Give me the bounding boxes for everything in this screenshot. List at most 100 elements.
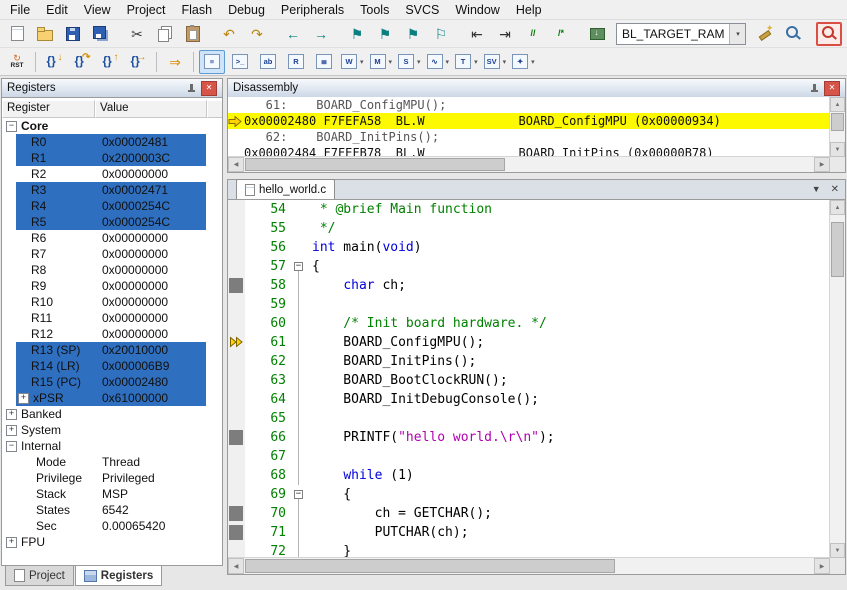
fold-margin[interactable] xyxy=(292,542,306,558)
menu-flash[interactable]: Flash xyxy=(173,1,220,19)
fold-collapse-icon[interactable]: − xyxy=(294,262,303,271)
fold-margin[interactable] xyxy=(292,314,306,333)
clear-bookmarks-icon[interactable]: ⚐ xyxy=(428,22,454,46)
breakpoint-margin[interactable] xyxy=(228,333,245,352)
disassembly-lines[interactable]: 61: BOARD_ConfigMPU();0x00002480 F7FEFA5… xyxy=(228,97,830,157)
code-line[interactable]: 71 PUTCHAR(ch); xyxy=(228,523,830,542)
chevron-down-icon[interactable]: ▾ xyxy=(446,58,450,66)
run-to-cursor-icon[interactable]: {}→ xyxy=(125,50,151,74)
breakpoint-margin[interactable] xyxy=(228,257,245,276)
memory-window-icon[interactable]: M▾ xyxy=(368,50,395,74)
code-line[interactable]: 55 */ xyxy=(228,219,830,238)
scrollbar-thumb[interactable] xyxy=(831,222,844,277)
undo-icon[interactable]: ↶ xyxy=(216,22,242,46)
close-icon[interactable]: ✕ xyxy=(824,81,840,96)
code-line[interactable]: 65 xyxy=(228,409,830,428)
breakpoint-margin[interactable] xyxy=(228,485,245,504)
collapse-icon[interactable]: − xyxy=(6,441,17,452)
indent-icon[interactable]: ⇥ xyxy=(492,22,518,46)
fold-margin[interactable] xyxy=(292,295,306,314)
debug-session-icon[interactable] xyxy=(816,22,842,46)
step-over-icon[interactable]: {}↷ xyxy=(69,50,95,74)
expand-icon[interactable]: + xyxy=(6,537,17,548)
register-row[interactable]: StackMSP xyxy=(2,486,222,502)
code-line[interactable]: 70 ch = GETCHAR(); xyxy=(228,504,830,523)
pin-icon[interactable] xyxy=(184,82,198,95)
editor-hscrollbar[interactable]: ◀ ▶ xyxy=(228,557,830,574)
register-row[interactable]: R15 (PC)0x00002480 xyxy=(2,374,222,390)
code-line[interactable]: 57−{ xyxy=(228,257,830,276)
fold-margin[interactable] xyxy=(292,466,306,485)
menu-file[interactable]: File xyxy=(2,1,38,19)
step-out-icon[interactable]: {}↑ xyxy=(97,50,123,74)
copy-icon[interactable] xyxy=(152,22,178,46)
chevron-down-icon[interactable]: ▾ xyxy=(503,58,507,66)
register-row[interactable]: ModeThread xyxy=(2,454,222,470)
fold-margin[interactable] xyxy=(292,523,306,542)
disassembly-hscrollbar[interactable]: ◀ ▶ xyxy=(228,156,830,172)
register-row[interactable]: R00x00002481 xyxy=(2,134,222,150)
fold-margin[interactable]: − xyxy=(292,257,306,276)
trace-window-icon[interactable]: T▾ xyxy=(453,50,480,74)
disassembly-vscrollbar[interactable]: ▲ ▼ xyxy=(829,97,845,157)
expand-icon[interactable]: + xyxy=(6,425,17,436)
register-row[interactable]: +xPSR0x61000000 xyxy=(2,390,222,406)
register-row[interactable]: R120x00000000 xyxy=(2,326,222,342)
fold-margin[interactable] xyxy=(292,333,306,352)
editor-vscrollbar[interactable]: ▲ ▼ xyxy=(829,200,845,558)
menu-help[interactable]: Help xyxy=(508,1,550,19)
navigate-back-icon[interactable]: ← xyxy=(280,22,306,46)
scroll-right-icon[interactable]: ▶ xyxy=(814,558,830,574)
breakpoint-margin[interactable] xyxy=(228,447,245,466)
breakpoint-margin[interactable] xyxy=(228,276,245,295)
close-icon[interactable]: ✕ xyxy=(201,81,217,96)
fold-margin[interactable] xyxy=(292,200,306,219)
disassembly-line[interactable]: 0x00002480 F7FEFA58 BL.W BOARD_ConfigMPU… xyxy=(228,113,830,129)
target-select[interactable]: BL_TARGET_RAM▾ xyxy=(616,23,746,45)
system-viewer-icon[interactable]: SV▾ xyxy=(482,50,509,74)
next-bookmark-icon[interactable]: ⚑ xyxy=(400,22,426,46)
chevron-down-icon[interactable]: ▾ xyxy=(531,58,535,66)
register-row[interactable]: R14 (LR)0x000006B9 xyxy=(2,358,222,374)
fold-margin[interactable]: − xyxy=(292,485,306,504)
command-window-icon[interactable]: >_ xyxy=(227,50,253,74)
watch-window-icon[interactable]: W▾ xyxy=(339,50,366,74)
menu-tools[interactable]: Tools xyxy=(352,1,397,19)
code-line[interactable]: 56int main(void) xyxy=(228,238,830,257)
expand-icon[interactable]: + xyxy=(6,409,17,420)
breakpoint-margin[interactable] xyxy=(228,314,245,333)
code-line[interactable]: 63 BOARD_BootClockRUN(); xyxy=(228,371,830,390)
breakpoint-margin[interactable] xyxy=(228,200,245,219)
register-row[interactable]: PrivilegePrivileged xyxy=(2,470,222,486)
find-in-files-icon[interactable] xyxy=(780,22,806,46)
scroll-right-icon[interactable]: ▶ xyxy=(814,157,830,172)
breakpoint-margin[interactable] xyxy=(228,523,245,542)
panel-tab-project[interactable]: Project xyxy=(5,566,74,586)
code-line[interactable]: 69− { xyxy=(228,485,830,504)
register-row[interactable]: +System xyxy=(2,422,222,438)
register-row[interactable]: R20x00000000 xyxy=(2,166,222,182)
navigate-forward-icon[interactable]: → xyxy=(308,22,334,46)
save-all-icon[interactable] xyxy=(88,22,114,46)
code-line[interactable]: 59 xyxy=(228,295,830,314)
code-line[interactable]: 54 * @brief Main function xyxy=(228,200,830,219)
column-header-value[interactable]: Value xyxy=(95,100,207,118)
menu-view[interactable]: View xyxy=(76,1,119,19)
register-row[interactable]: R100x00000000 xyxy=(2,294,222,310)
scroll-left-icon[interactable]: ◀ xyxy=(228,558,244,574)
scroll-down-icon[interactable]: ▼ xyxy=(830,543,845,558)
panel-tab-registers[interactable]: Registers xyxy=(75,566,162,586)
register-row[interactable]: R80x00000000 xyxy=(2,262,222,278)
options-for-target-icon[interactable] xyxy=(752,22,778,46)
column-header-register[interactable]: Register xyxy=(2,100,95,118)
disassembly-line[interactable]: 62: BOARD_InitPins(); xyxy=(228,129,830,145)
scroll-up-icon[interactable]: ▲ xyxy=(830,97,845,112)
scrollbar-thumb[interactable] xyxy=(245,158,505,171)
unindent-icon[interactable]: ⇤ xyxy=(464,22,490,46)
show-current-statement-icon[interactable]: ⇒ xyxy=(162,50,188,74)
toolbox-icon[interactable]: ✦▾ xyxy=(510,50,537,74)
scroll-up-icon[interactable]: ▲ xyxy=(830,200,845,215)
register-row[interactable]: R10x2000003C xyxy=(2,150,222,166)
breakpoint-margin[interactable] xyxy=(228,238,245,257)
reset-icon[interactable]: ↻RST xyxy=(4,50,30,74)
